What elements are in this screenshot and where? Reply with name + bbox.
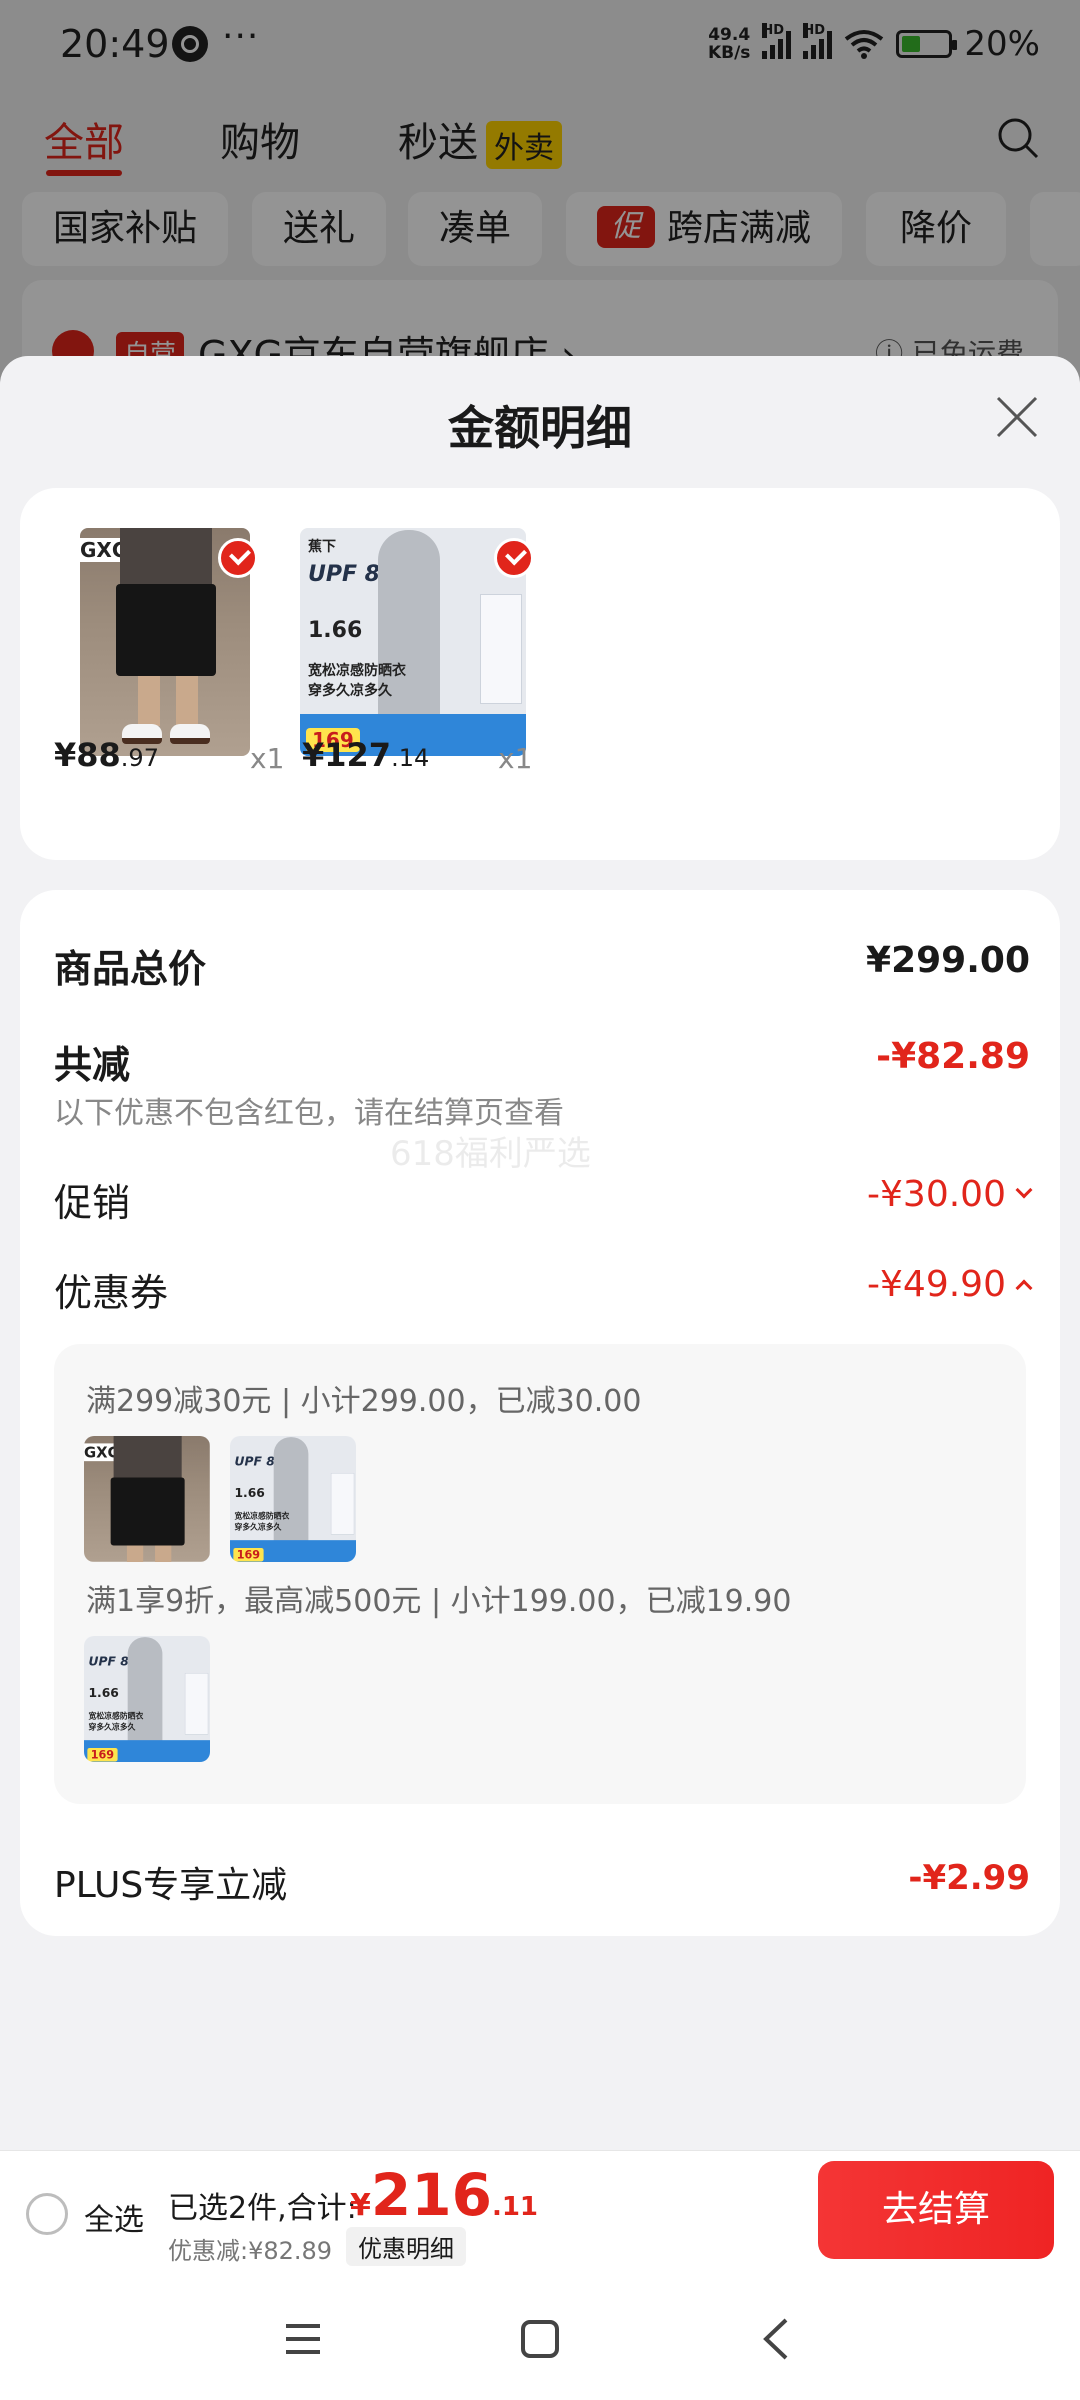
sun-protection-jacket-image: 蕉下 UPF 80+ 1.66 宽松凉感防晒衣 穿多久凉多久 169 xyxy=(300,528,526,756)
shorts-thumbnail: GXG xyxy=(84,1436,210,1562)
product-qty: x1 xyxy=(250,742,285,775)
chevron-down-icon xyxy=(1015,1181,1033,1199)
product-check-icon[interactable] xyxy=(218,538,258,578)
close-icon[interactable] xyxy=(994,394,1040,440)
jacket-brand-logo: 蕉下 xyxy=(308,539,336,555)
jacket-line1: 宽松凉感防晒衣 xyxy=(88,1711,144,1721)
checkout-button[interactable]: 去结算 xyxy=(818,2161,1054,2259)
watermark: 618福利严选 xyxy=(390,1134,591,1174)
product-price: ¥88.97 xyxy=(54,736,159,774)
product-item[interactable]: GXG xyxy=(80,528,258,756)
coupon-details: 满299减30元 | 小计299.00，已减30.00 GXG UPF 80+ 1… xyxy=(54,1344,1026,1804)
jacket-spec: 1.66 xyxy=(308,618,363,643)
total-price-label: 商品总价 xyxy=(54,947,207,991)
plus-discount-value: -¥2.99 xyxy=(908,1858,1030,1898)
promotion-amount: -¥30.00 xyxy=(867,1174,1006,1215)
product-qty: x1 xyxy=(498,742,533,775)
total-reduce-label: 共减 xyxy=(54,1043,131,1087)
selected-summary: 已选2件,合计: xyxy=(168,2191,357,2226)
menu-icon[interactable] xyxy=(278,2314,328,2364)
amount-detail-sheet: 金额明细 GXG ¥88.97 x1 蕉下 UPF 80+ 1.66 宽松凉感防… xyxy=(0,356,1080,2150)
jacket-thumbnail: UPF 80+ 1.66 宽松凉感防晒衣 穿多久凉多久 169 xyxy=(230,1436,356,1562)
price-breakdown-card: 商品总价 ¥299.00 共减 -¥82.89 以下优惠不包含红包，请在结算页查… xyxy=(20,890,1060,1936)
product-price-dec: .14 xyxy=(391,744,430,772)
jacket-line1: 宽松凉感防晒衣 xyxy=(234,1511,290,1521)
jacket-spec: 1.66 xyxy=(88,1686,119,1701)
product-check-icon[interactable] xyxy=(494,538,534,578)
total-price-value: ¥299.00 xyxy=(866,940,1030,981)
coupon-value[interactable]: -¥49.90 xyxy=(867,1264,1033,1305)
product-price-int: ¥88 xyxy=(54,736,121,774)
jacket-price-tag: 169 xyxy=(87,1748,118,1762)
promotion-value[interactable]: -¥30.00 xyxy=(867,1174,1033,1215)
total-price: ¥216.11 xyxy=(350,2161,538,2229)
jacket-line2: 穿多久凉多久 xyxy=(88,1722,136,1732)
product-price-int: ¥127 xyxy=(302,736,392,774)
home-icon[interactable] xyxy=(515,2314,565,2364)
jacket-line1: 宽松凉感防晒衣 xyxy=(308,663,406,679)
coupon-label: 优惠券 xyxy=(54,1271,169,1315)
total-price-int: 216 xyxy=(370,2161,492,2229)
checkout-bar: 全选 已选2件,合计: ¥216.11 优惠减:¥82.89 优惠明细 去结算 xyxy=(0,2150,1080,2274)
coupon-rule: 满1享9折，最高减500元 | 小计199.00，已减19.90 xyxy=(86,1584,792,1619)
total-price-symbol: ¥ xyxy=(350,2188,371,2223)
total-price-dec: .11 xyxy=(491,2192,539,2222)
product-price: ¥127.14 xyxy=(302,736,429,774)
jacket-illustration: 蕉下 UPF 80+ 1.66 宽松凉感防晒衣 穿多久凉多久 169 xyxy=(300,528,526,756)
product-item[interactable]: 蕉下 UPF 80+ 1.66 宽松凉感防晒衣 穿多久凉多久 169 xyxy=(300,528,534,756)
plus-discount-label: PLUS专享立减 xyxy=(54,1865,288,1906)
total-reduce-value: -¥82.89 xyxy=(876,1036,1030,1077)
discount-summary: 优惠减:¥82.89 xyxy=(168,2237,333,2265)
system-nav-bar xyxy=(0,2274,1080,2400)
coupon-amount: -¥49.90 xyxy=(867,1264,1006,1305)
selected-products-card: GXG ¥88.97 x1 蕉下 UPF 80+ 1.66 宽松凉感防晒衣 穿多… xyxy=(20,488,1060,860)
select-all-label[interactable]: 全选 xyxy=(84,2195,144,2239)
chevron-up-icon xyxy=(1015,1279,1033,1297)
back-icon[interactable] xyxy=(752,2314,802,2364)
discount-detail-button[interactable]: 优惠明细 xyxy=(346,2227,466,2266)
jacket-price-tag: 169 xyxy=(233,1548,264,1562)
select-all-radio[interactable] xyxy=(26,2193,68,2235)
jacket-thumbnail: UPF 80+ 1.66 宽松凉感防晒衣 穿多久凉多久 169 xyxy=(84,1636,210,1762)
coupon-rule: 满299减30元 | 小计299.00，已减30.00 xyxy=(86,1384,642,1419)
promotion-label: 促销 xyxy=(54,1181,131,1225)
jacket-line2: 穿多久凉多久 xyxy=(308,683,392,699)
sheet-title: 金额明细 xyxy=(448,401,632,455)
jacket-line2: 穿多久凉多久 xyxy=(234,1522,282,1532)
product-price-dec: .97 xyxy=(120,744,159,772)
jacket-spec: 1.66 xyxy=(234,1486,265,1501)
